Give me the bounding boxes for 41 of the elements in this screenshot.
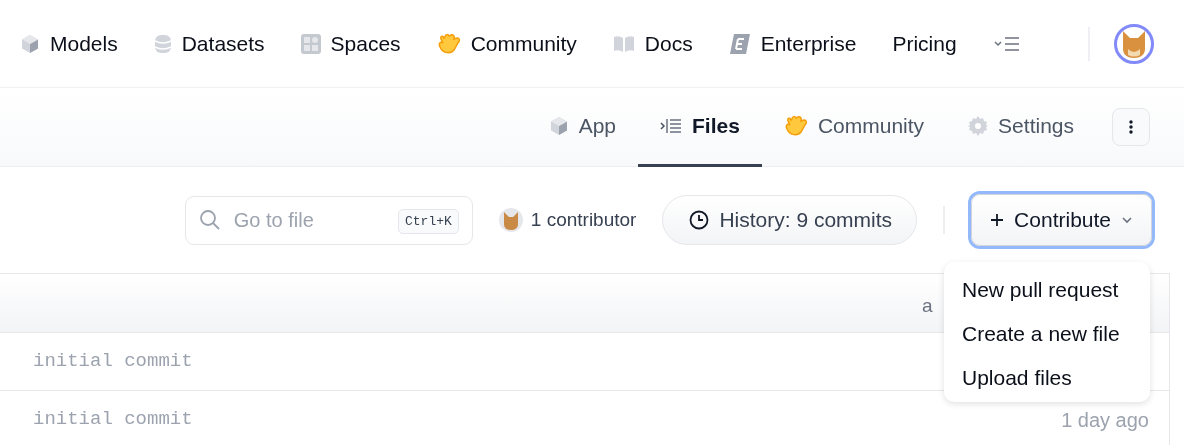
book-icon <box>612 34 635 53</box>
nav-link[interactable]: Docs <box>612 27 693 60</box>
cube-icon <box>20 33 40 54</box>
tab[interactable]: Settings <box>946 87 1096 167</box>
menu-item[interactable]: New pull request <box>944 266 1150 310</box>
commit-message: initial commit <box>33 407 193 433</box>
clapping-hands-icon <box>436 32 461 55</box>
history-button[interactable]: History: 9 commits <box>662 195 918 245</box>
nav-link[interactable]: Pricing <box>892 27 957 60</box>
commit-time: 1 day ago <box>1061 407 1149 433</box>
kebab-icon <box>1129 120 1133 134</box>
tab[interactable]: Community <box>761 87 947 167</box>
cube-icon <box>548 115 569 136</box>
database-icon <box>153 32 172 55</box>
contribute-button[interactable]: Contribute <box>971 194 1152 246</box>
nav-link[interactable]: Spaces <box>300 27 401 60</box>
grid-icon <box>300 33 321 54</box>
nav-link[interactable]: Datasets <box>153 27 265 60</box>
menu-item[interactable]: Upload files <box>944 354 1150 398</box>
shortcut-hint: Ctrl+K <box>398 208 459 234</box>
nav-link[interactable]: Community <box>436 27 577 60</box>
enterprise-badge-icon <box>728 33 751 54</box>
contributor-avatar[interactable] <box>498 208 523 232</box>
settings-icon <box>968 115 989 136</box>
tab[interactable]: App <box>526 87 639 167</box>
tab[interactable]: Files <box>638 87 762 167</box>
nav-link[interactable]: Models <box>20 27 118 60</box>
header-text: a <box>922 294 933 318</box>
menu-item[interactable]: Create a new file <box>944 310 1150 354</box>
menu-icon[interactable] <box>992 35 1021 52</box>
commit-message: initial commit <box>33 349 193 375</box>
plus-icon <box>990 213 1005 227</box>
files-list-icon <box>660 117 683 134</box>
user-avatar[interactable] <box>1114 23 1154 64</box>
caret-icon <box>1121 216 1133 224</box>
nav-link[interactable]: Enterprise <box>728 27 857 60</box>
clapping-hands-icon <box>783 114 808 137</box>
more-options-button[interactable] <box>1112 108 1150 146</box>
contributors-link[interactable]: 1 contributor <box>530 205 637 235</box>
search-icon <box>198 208 221 231</box>
clock-icon <box>689 210 710 230</box>
